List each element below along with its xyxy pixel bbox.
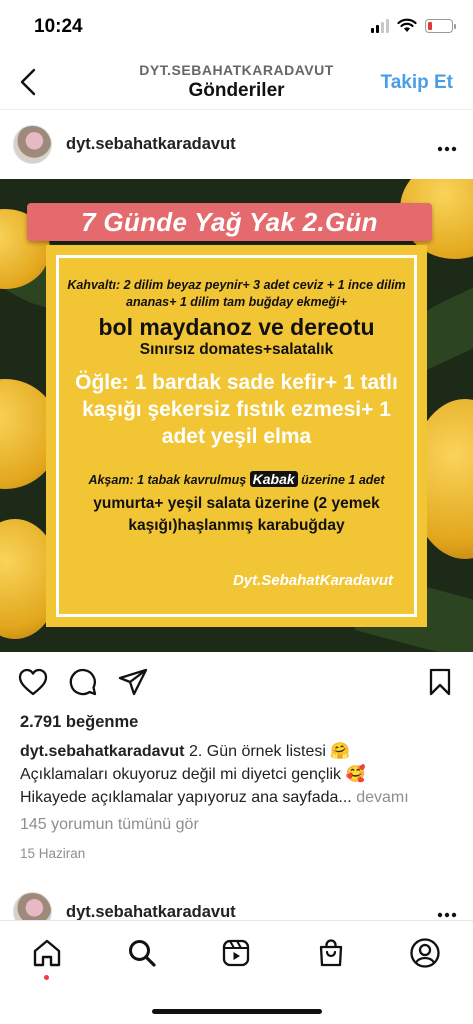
like-button[interactable] [17, 666, 49, 698]
image-title-banner: 7 Günde Yağ Yak 2.Gün [27, 203, 432, 241]
shop-icon [319, 939, 343, 967]
share-button[interactable] [117, 666, 149, 698]
dinner-highlight: Kabak [249, 471, 298, 487]
image-title: 7 Günde Yağ Yak 2.Gün [81, 207, 378, 237]
breakfast-text: Kahvaltı: 2 dilim beyaz peynir+ 3 adet c… [67, 278, 406, 309]
wifi-icon [397, 18, 417, 32]
dinner-suffix: üzerine 1 adet [301, 473, 385, 487]
status-bar: 10:24 [0, 0, 473, 56]
tab-search[interactable] [122, 933, 162, 973]
caption-more-link[interactable]: devamı [356, 789, 408, 806]
view-comments-link[interactable]: 145 yorumun tümünü gör [20, 816, 199, 834]
status-time: 10:24 [34, 16, 83, 37]
home-indicator [152, 1009, 322, 1014]
send-icon [118, 668, 148, 696]
caption-username[interactable]: dyt.sebahatkaradavut [20, 743, 185, 760]
search-icon [129, 940, 156, 967]
reels-icon [222, 939, 250, 967]
post-header: dyt.sebahatkaradavut [0, 120, 473, 172]
likes-count[interactable]: 2.791 beğenme [20, 713, 138, 732]
comment-button[interactable] [67, 666, 99, 698]
post-caption: dyt.sebahatkaradavut 2. Gün örnek listes… [20, 740, 460, 809]
follow-button[interactable]: Takip Et [381, 72, 454, 94]
tab-shop[interactable] [311, 933, 351, 973]
tab-profile[interactable] [405, 933, 445, 973]
nav-header: DYT.SEBAHATKARADAVUT Gönderiler Takip Et [0, 56, 473, 110]
profile-icon [410, 938, 440, 968]
parsley-text: bol maydanoz ve dereotu [98, 314, 375, 340]
status-icons [371, 18, 456, 33]
more-horizontal-icon [437, 912, 457, 918]
more-horizontal-icon [437, 146, 457, 152]
bookmark-icon [429, 668, 451, 696]
diet-plan-panel: Kahvaltı: 2 dilim beyaz peynir+ 3 adet c… [46, 245, 427, 627]
battery-icon [425, 18, 456, 33]
save-button[interactable] [424, 666, 456, 698]
more-options-button[interactable] [437, 132, 457, 158]
cellular-signal-icon [371, 18, 389, 33]
heart-icon [18, 668, 48, 696]
caption-line-3: Hikayede açıklamalar yapıyoruz ana sayfa… [20, 789, 352, 806]
post-action-bar [0, 662, 473, 704]
comment-icon [69, 668, 97, 696]
dinner-rest-text: yumurta+ yeşil salata üzerine (2 yemek k… [93, 495, 380, 534]
bottom-tab-bar [0, 920, 473, 1024]
post-image[interactable]: 7 Günde Yağ Yak 2.Gün Kahvaltı: 2 dilim … [0, 179, 473, 652]
image-signature: Dyt.SebahatKaradavut [232, 572, 393, 589]
next-post-header: dyt.sebahatkaradavut [0, 890, 473, 924]
tab-reels[interactable] [216, 933, 256, 973]
avatar[interactable] [13, 125, 52, 164]
tab-home[interactable] [27, 933, 67, 973]
post-date: 15 Haziran [20, 846, 86, 861]
tomato-text: Sınırsız domates+salatalık [139, 341, 334, 358]
dinner-prefix: Akşam: 1 tabak kavrulmuş [88, 473, 247, 487]
caption-line-1: 2. Gün örnek listesi 🤗 [184, 743, 351, 760]
notification-dot [44, 975, 49, 980]
home-icon [33, 939, 61, 967]
dinner-text: Akşam: 1 tabak kavrulmuş Kabak üzerine 1… [46, 471, 427, 489]
caption-line-2: Açıklamaları okuyoruz değil mi diyetci g… [20, 766, 366, 783]
lunch-text: Öğle: 1 bardak sade kefir+ 1 tatlı kaşığ… [75, 371, 398, 448]
post-username[interactable]: dyt.sebahatkaradavut [66, 135, 236, 154]
